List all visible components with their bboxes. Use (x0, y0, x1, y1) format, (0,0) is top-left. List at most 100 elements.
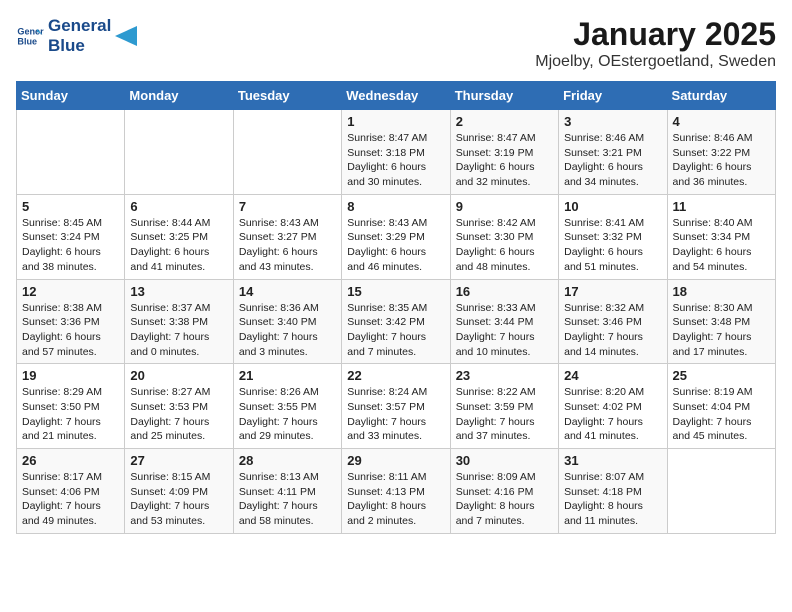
logo-general: General (48, 16, 111, 36)
day-info: Sunrise: 8:17 AM Sunset: 4:06 PM Dayligh… (22, 470, 119, 529)
day-info: Sunrise: 8:45 AM Sunset: 3:24 PM Dayligh… (22, 216, 119, 275)
day-info: Sunrise: 8:22 AM Sunset: 3:59 PM Dayligh… (456, 385, 553, 444)
day-info: Sunrise: 8:32 AM Sunset: 3:46 PM Dayligh… (564, 301, 661, 360)
day-info: Sunrise: 8:11 AM Sunset: 4:13 PM Dayligh… (347, 470, 444, 529)
calendar-cell: 5 Sunrise: 8:45 AM Sunset: 3:24 PM Daylig… (17, 194, 125, 279)
calendar-cell: 14 Sunrise: 8:36 AM Sunset: 3:40 PM Dayli… (233, 279, 341, 364)
day-info: Sunrise: 8:20 AM Sunset: 4:02 PM Dayligh… (564, 385, 661, 444)
day-info: Sunrise: 8:38 AM Sunset: 3:36 PM Dayligh… (22, 301, 119, 360)
calendar-cell: 3 Sunrise: 8:46 AM Sunset: 3:21 PM Daylig… (559, 110, 667, 195)
calendar-cell: 25Sunrise: 8:19 AM Sunset: 4:04 PM Dayli… (667, 364, 775, 449)
calendar-cell (667, 449, 775, 534)
day-info: Sunrise: 8:36 AM Sunset: 3:40 PM Dayligh… (239, 301, 336, 360)
day-info: Sunrise: 8:15 AM Sunset: 4:09 PM Dayligh… (130, 470, 227, 529)
weekday-header-saturday: Saturday (667, 82, 775, 110)
day-info: Sunrise: 8:46 AM Sunset: 3:21 PM Dayligh… (564, 131, 661, 190)
day-number: 4 (673, 114, 770, 129)
day-number: 30 (456, 453, 553, 468)
day-info: Sunrise: 8:30 AM Sunset: 3:48 PM Dayligh… (673, 301, 770, 360)
calendar-cell: 27Sunrise: 8:15 AM Sunset: 4:09 PM Dayli… (125, 449, 233, 534)
day-number: 8 (347, 199, 444, 214)
day-number: 14 (239, 284, 336, 299)
weekday-header-tuesday: Tuesday (233, 82, 341, 110)
calendar-cell: 23 Sunrise: 8:22 AM Sunset: 3:59 PM Dayli… (450, 364, 558, 449)
day-number: 5 (22, 199, 119, 214)
calendar-cell: 11Sunrise: 8:40 AM Sunset: 3:34 PM Dayli… (667, 194, 775, 279)
day-number: 15 (347, 284, 444, 299)
day-info: Sunrise: 8:43 AM Sunset: 3:27 PM Dayligh… (239, 216, 336, 275)
day-info: Sunrise: 8:26 AM Sunset: 3:55 PM Dayligh… (239, 385, 336, 444)
day-number: 13 (130, 284, 227, 299)
day-info: Sunrise: 8:43 AM Sunset: 3:29 PM Dayligh… (347, 216, 444, 275)
day-info: Sunrise: 8:37 AM Sunset: 3:38 PM Dayligh… (130, 301, 227, 360)
svg-text:General: General (17, 27, 44, 37)
day-number: 26 (22, 453, 119, 468)
day-number: 3 (564, 114, 661, 129)
calendar-cell: 19Sunrise: 8:29 AM Sunset: 3:50 PM Dayli… (17, 364, 125, 449)
weekday-header-sunday: Sunday (17, 82, 125, 110)
calendar-week-2: 5 Sunrise: 8:45 AM Sunset: 3:24 PM Daylig… (17, 194, 776, 279)
day-info: Sunrise: 8:41 AM Sunset: 3:32 PM Dayligh… (564, 216, 661, 275)
day-number: 28 (239, 453, 336, 468)
weekday-header-row: SundayMondayTuesdayWednesdayThursdayFrid… (17, 82, 776, 110)
day-number: 20 (130, 368, 227, 383)
day-info: Sunrise: 8:09 AM Sunset: 4:16 PM Dayligh… (456, 470, 553, 529)
calendar-cell: 4Sunrise: 8:46 AM Sunset: 3:22 PM Daylig… (667, 110, 775, 195)
day-info: Sunrise: 8:29 AM Sunset: 3:50 PM Dayligh… (22, 385, 119, 444)
day-info: Sunrise: 8:27 AM Sunset: 3:53 PM Dayligh… (130, 385, 227, 444)
day-info: Sunrise: 8:44 AM Sunset: 3:25 PM Dayligh… (130, 216, 227, 275)
day-number: 10 (564, 199, 661, 214)
weekday-header-thursday: Thursday (450, 82, 558, 110)
calendar-table: SundayMondayTuesdayWednesdayThursdayFrid… (16, 81, 776, 534)
calendar-cell: 20 Sunrise: 8:27 AM Sunset: 3:53 PM Dayli… (125, 364, 233, 449)
day-number: 21 (239, 368, 336, 383)
title-area: January 2025 Mjoelby, OEstergoetland, Sw… (535, 16, 776, 71)
calendar-week-5: 26 Sunrise: 8:17 AM Sunset: 4:06 PM Dayli… (17, 449, 776, 534)
calendar-cell: 26 Sunrise: 8:17 AM Sunset: 4:06 PM Dayli… (17, 449, 125, 534)
logo: General Blue General Blue (16, 16, 137, 57)
calendar-cell: 2 Sunrise: 8:47 AM Sunset: 3:19 PM Daylig… (450, 110, 558, 195)
day-number: 1 (347, 114, 444, 129)
day-number: 16 (456, 284, 553, 299)
calendar-cell: 13 Sunrise: 8:37 AM Sunset: 3:38 PM Dayli… (125, 279, 233, 364)
day-info: Sunrise: 8:07 AM Sunset: 4:18 PM Dayligh… (564, 470, 661, 529)
day-info: Sunrise: 8:35 AM Sunset: 3:42 PM Dayligh… (347, 301, 444, 360)
calendar-cell (17, 110, 125, 195)
day-info: Sunrise: 8:47 AM Sunset: 3:19 PM Dayligh… (456, 131, 553, 190)
calendar-cell: 30 Sunrise: 8:09 AM Sunset: 4:16 PM Dayli… (450, 449, 558, 534)
day-number: 6 (130, 199, 227, 214)
calendar-week-4: 19Sunrise: 8:29 AM Sunset: 3:50 PM Dayli… (17, 364, 776, 449)
calendar-cell: 16Sunrise: 8:33 AM Sunset: 3:44 PM Dayli… (450, 279, 558, 364)
calendar-cell: 17 Sunrise: 8:32 AM Sunset: 3:46 PM Dayli… (559, 279, 667, 364)
svg-text:Blue: Blue (17, 37, 37, 47)
weekday-header-friday: Friday (559, 82, 667, 110)
calendar-week-3: 12 Sunrise: 8:38 AM Sunset: 3:36 PM Dayli… (17, 279, 776, 364)
day-number: 23 (456, 368, 553, 383)
calendar-cell (125, 110, 233, 195)
calendar-cell: 18 Sunrise: 8:30 AM Sunset: 3:48 PM Dayli… (667, 279, 775, 364)
day-number: 17 (564, 284, 661, 299)
day-number: 18 (673, 284, 770, 299)
weekday-header-wednesday: Wednesday (342, 82, 450, 110)
day-number: 2 (456, 114, 553, 129)
logo-blue: Blue (48, 36, 111, 56)
day-number: 9 (456, 199, 553, 214)
day-info: Sunrise: 8:13 AM Sunset: 4:11 PM Dayligh… (239, 470, 336, 529)
day-number: 12 (22, 284, 119, 299)
calendar-cell: 1Sunrise: 8:47 AM Sunset: 3:18 PM Daylig… (342, 110, 450, 195)
calendar-title: January 2025 (535, 16, 776, 53)
calendar-cell: 24 Sunrise: 8:20 AM Sunset: 4:02 PM Dayli… (559, 364, 667, 449)
calendar-cell: 15 Sunrise: 8:35 AM Sunset: 3:42 PM Dayli… (342, 279, 450, 364)
day-number: 25 (673, 368, 770, 383)
calendar-cell (233, 110, 341, 195)
calendar-subtitle: Mjoelby, OEstergoetland, Sweden (535, 53, 776, 71)
logo-arrow-icon (115, 26, 137, 46)
day-info: Sunrise: 8:40 AM Sunset: 3:34 PM Dayligh… (673, 216, 770, 275)
day-number: 7 (239, 199, 336, 214)
day-info: Sunrise: 8:42 AM Sunset: 3:30 PM Dayligh… (456, 216, 553, 275)
calendar-cell: 12 Sunrise: 8:38 AM Sunset: 3:36 PM Dayli… (17, 279, 125, 364)
calendar-cell: 8 Sunrise: 8:43 AM Sunset: 3:29 PM Daylig… (342, 194, 450, 279)
day-number: 24 (564, 368, 661, 383)
page-header: General Blue General Blue January 2025 M… (16, 16, 776, 71)
calendar-cell: 29Sunrise: 8:11 AM Sunset: 4:13 PM Dayli… (342, 449, 450, 534)
